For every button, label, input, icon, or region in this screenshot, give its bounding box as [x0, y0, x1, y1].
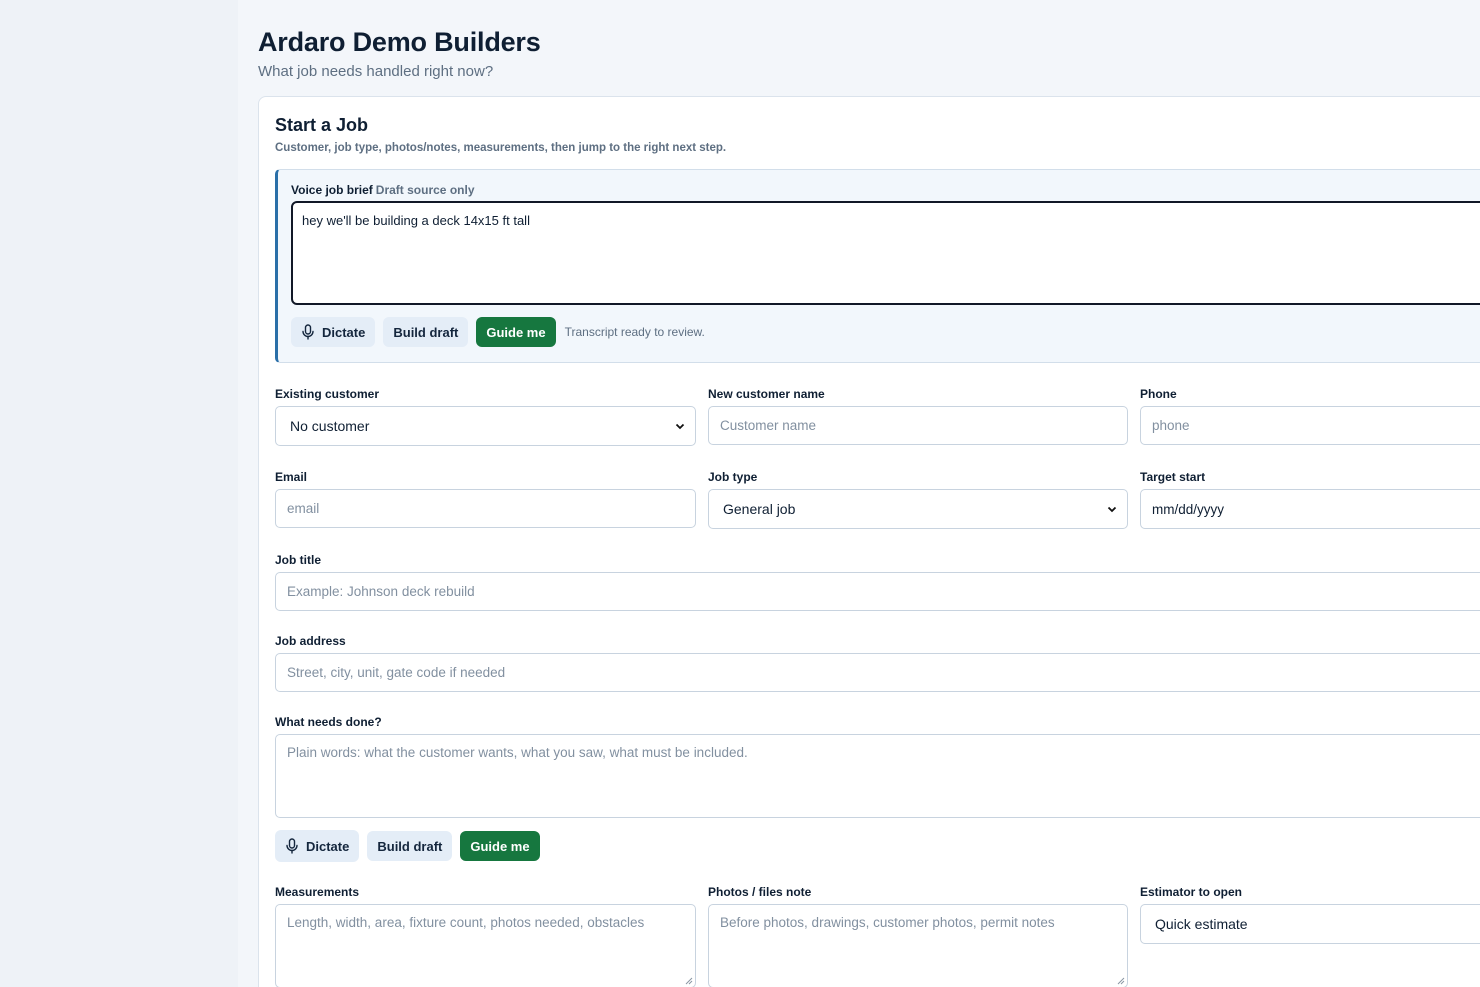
job-title-input[interactable]: Example: Johnson deck rebuild [275, 572, 1480, 611]
dictate-button-2[interactable]: Dictate [275, 830, 360, 862]
photos-note-field: Photos / files note Before photos, drawi… [708, 885, 1128, 987]
microphone-icon [286, 838, 298, 854]
resize-handle-icon[interactable] [684, 976, 693, 985]
app-title: Ardaro Demo Builders [258, 27, 541, 57]
guide-me-button-2[interactable]: Guide me [460, 831, 540, 861]
transcript-status: Transcript ready to review. [564, 325, 705, 339]
voice-brief-panel: Voice job brief Draft source only hey we'… [275, 169, 1480, 363]
estimator-field: Estimator to open Quick estimate [1140, 885, 1480, 944]
dictate-button[interactable]: Dictate [291, 317, 376, 347]
existing-customer-value: No customer [290, 418, 370, 434]
job-address-input[interactable]: Street, city, unit, gate code if needed [275, 653, 1480, 692]
measurements-field: Measurements Length, width, area, fixtur… [275, 885, 696, 987]
build-draft-button[interactable]: Build draft [383, 317, 469, 347]
estimator-label: Estimator to open [1140, 885, 1243, 899]
needs-done-textarea[interactable]: Plain words: what the customer wants, wh… [275, 734, 1480, 818]
job-address-label: Job address [275, 634, 346, 648]
microphone-icon [302, 324, 314, 340]
page-header: Ardaro Demo Builders What job needs hand… [258, 27, 541, 80]
job-type-value: General job [723, 501, 796, 517]
build-draft-button-2[interactable]: Build draft [367, 831, 453, 861]
photos-note-textarea[interactable]: Before photos, drawings, customer photos… [708, 904, 1128, 987]
voice-brief-title: Voice job brief [291, 183, 373, 197]
target-start-field: Target start mm/dd/yyyy [1140, 470, 1480, 529]
job-type-select[interactable]: General job [708, 489, 1128, 529]
target-start-date-input[interactable]: mm/dd/yyyy [1140, 489, 1480, 529]
email-field: Email email [275, 470, 696, 528]
job-title-label: Job title [275, 553, 322, 567]
job-address-field: Job address Street, city, unit, gate cod… [275, 634, 1480, 692]
chevron-down-icon [675, 423, 685, 430]
email-label: Email [275, 470, 308, 484]
target-start-label: Target start [1140, 470, 1206, 484]
needs-done-label: What needs done? [275, 715, 382, 729]
existing-customer-select[interactable]: No customer [275, 406, 696, 446]
photos-note-label: Photos / files note [708, 885, 812, 899]
existing-customer-label: Existing customer [275, 387, 380, 401]
measurements-placeholder: Length, width, area, fixture count, phot… [287, 915, 645, 930]
measurements-textarea[interactable]: Length, width, area, fixture count, phot… [275, 904, 696, 987]
existing-customer-field: Existing customer No customer [275, 387, 696, 446]
job-title-field: Job title Example: Johnson deck rebuild [275, 553, 1480, 611]
app-subtitle: What job needs handled right now? [258, 63, 494, 80]
estimator-select[interactable]: Quick estimate [1140, 904, 1480, 944]
job-type-label: Job type [708, 470, 758, 484]
voice-transcript-textarea[interactable]: hey we'll be building a deck 14x15 ft ta… [291, 201, 1480, 305]
voice-actions: Dictate Build draft Guide me Transcript … [291, 317, 705, 347]
phone-input[interactable]: phone [1140, 406, 1480, 445]
needs-done-placeholder: Plain words: what the customer wants, wh… [287, 745, 748, 760]
app-page: Ardaro Demo Builders What job needs hand… [0, 0, 1480, 987]
dictate-label: Dictate [322, 324, 366, 340]
measurements-label: Measurements [275, 885, 360, 899]
estimator-value: Quick estimate [1155, 916, 1248, 932]
job-type-field: Job type General job [708, 470, 1128, 529]
chevron-down-icon [1107, 506, 1117, 513]
resize-handle-icon[interactable] [1116, 976, 1125, 985]
left-rail [0, 0, 238, 987]
start-job-card: Start a Job Customer, job type, photos/n… [258, 96, 1480, 987]
email-input[interactable]: email [275, 489, 696, 528]
voice-brief-note: Draft source only [375, 183, 475, 197]
new-customer-name-label: New customer name [708, 387, 825, 401]
phone-label: Phone [1140, 387, 1177, 401]
needs-done-actions: Dictate Build draft Guide me [275, 830, 540, 862]
photos-note-placeholder: Before photos, drawings, customer photos… [720, 915, 1055, 930]
card-title: Start a Job [275, 115, 369, 135]
new-customer-name-input[interactable]: Customer name [708, 406, 1128, 445]
card-subtitle: Customer, job type, photos/notes, measur… [275, 142, 727, 154]
phone-field: Phone phone [1140, 387, 1480, 445]
voice-brief-label: Voice job brief Draft source only [291, 183, 475, 197]
needs-done-field: What needs done? Plain words: what the c… [275, 715, 1480, 818]
new-customer-name-field: New customer name Customer name [708, 387, 1128, 445]
dictate-label-2: Dictate [306, 838, 350, 854]
guide-me-button[interactable]: Guide me [476, 317, 556, 347]
